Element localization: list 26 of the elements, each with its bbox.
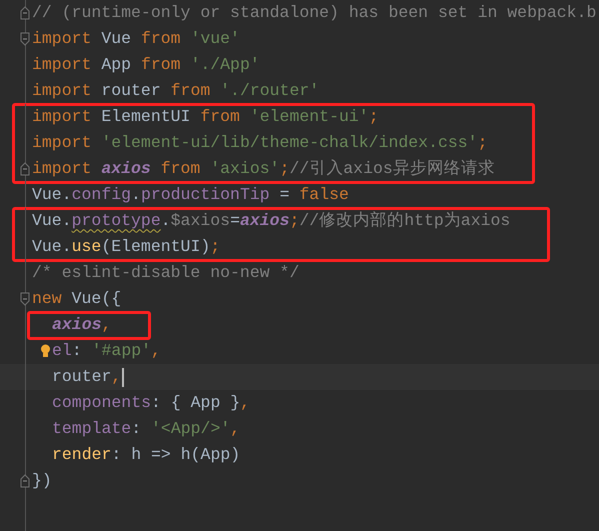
code-line: Vue.config.productionTip = false bbox=[32, 184, 349, 206]
fold-icon[interactable] bbox=[20, 292, 30, 306]
fold-icon[interactable] bbox=[20, 32, 30, 46]
code-line: template: '<App/>', bbox=[52, 418, 240, 440]
code-line: // (runtime-only or standalone) has been set in webpack.b bbox=[32, 2, 596, 24]
fold-icon[interactable] bbox=[20, 6, 30, 20]
code-line: import 'element-ui/lib/theme-chalk/index.css'; bbox=[32, 132, 488, 154]
fold-icon[interactable] bbox=[20, 162, 30, 176]
code-line: import router from './router' bbox=[32, 80, 320, 102]
code-line: components: { App }, bbox=[52, 392, 250, 414]
code-line: axios, bbox=[52, 314, 112, 336]
lightbulb-icon[interactable] bbox=[40, 344, 51, 358]
code-line: el: '#app', bbox=[52, 340, 161, 362]
code-line: import axios from 'axios';//引入axios异步网络请求 bbox=[32, 158, 495, 180]
code-line: import Vue from 'vue' bbox=[32, 28, 240, 50]
code-line: import ElementUI from 'element-ui'; bbox=[32, 106, 379, 128]
code-line: Vue.use(ElementUI); bbox=[32, 236, 220, 258]
code-line: Vue.prototype.$axios=axios;//修改内部的http为axios bbox=[32, 210, 510, 232]
code-line: import App from './App' bbox=[32, 54, 260, 76]
code-line: router, bbox=[52, 366, 122, 388]
code-line: render: h => h(App) bbox=[52, 444, 240, 466]
code-line: new Vue({ bbox=[32, 288, 122, 310]
fold-icon[interactable] bbox=[20, 474, 30, 488]
text-cursor bbox=[122, 368, 124, 386]
code-line: }) bbox=[32, 470, 52, 492]
code-line: /* eslint-disable no-new */ bbox=[32, 262, 300, 284]
